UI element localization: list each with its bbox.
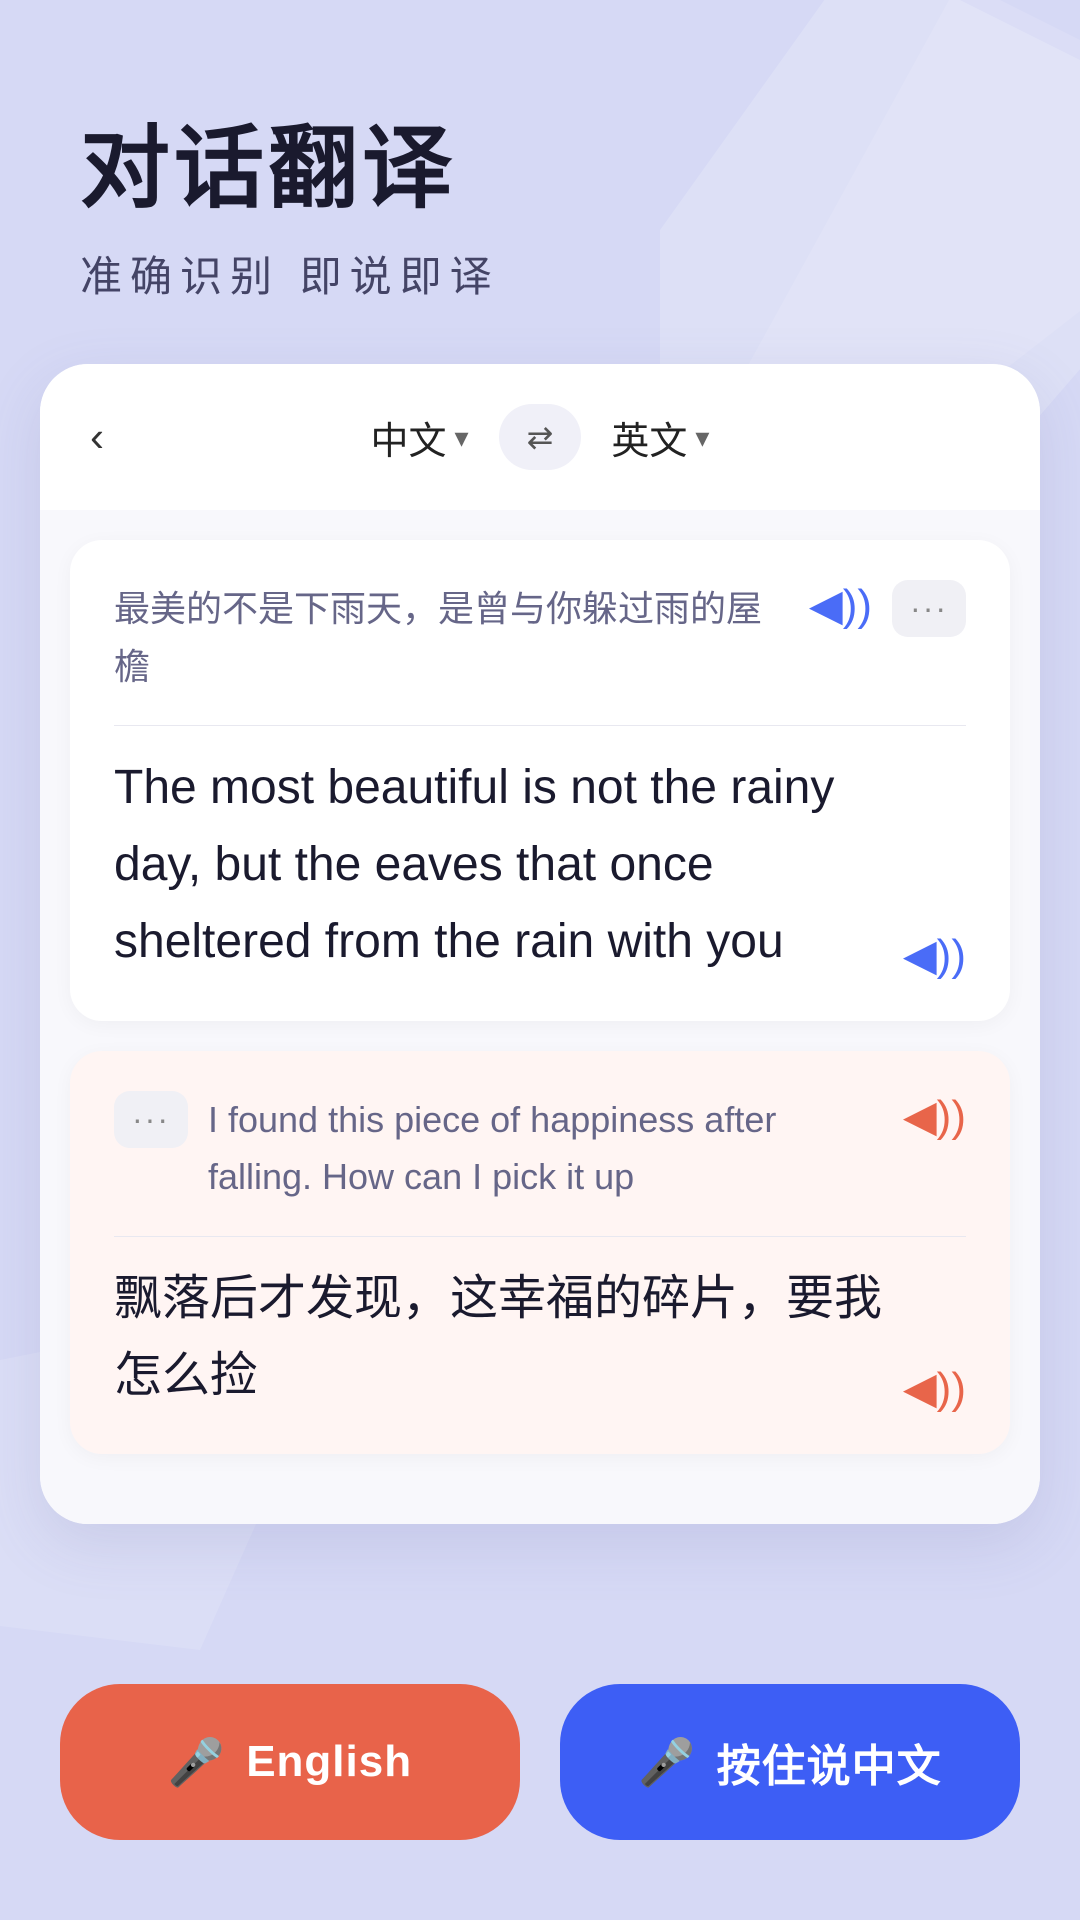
page-title: 对话翻译 xyxy=(80,120,1000,219)
speak-chinese-button[interactable]: 🎤 按住说中文 xyxy=(560,1684,1020,1840)
bubble-1-top-row: 最美的不是下雨天，是曾与你躲过雨的屋檐 ◀)) ··· xyxy=(114,580,966,695)
mic-icon: 🎤 xyxy=(168,1735,226,1790)
speak-chinese-label: 按住说中文 xyxy=(717,1730,942,1794)
bubble-1-original: 最美的不是下雨天，是曾与你躲过雨的屋檐 xyxy=(114,580,809,695)
conversation-area: 最美的不是下雨天，是曾与你躲过雨的屋檐 ◀)) ··· The most bea… xyxy=(40,510,1040,1524)
back-button[interactable]: ‹ xyxy=(90,413,104,461)
bubble-1-translated: The most beautiful is not the rainy day,… xyxy=(114,750,903,980)
bubble-1-translated-sound-button[interactable]: ◀)) xyxy=(903,930,966,981)
bubble-2-translated-sound-button[interactable]: ◀)) xyxy=(903,1363,966,1414)
bubble-1-more-button[interactable]: ··· xyxy=(892,580,966,637)
bubble-2-top-row: ··· I found this piece of happiness afte… xyxy=(114,1091,966,1206)
page-subtitle: 准确识别 即说即译 xyxy=(80,243,1000,304)
bubble-1-bottom-row: The most beautiful is not the rainy day,… xyxy=(114,750,966,980)
bottom-buttons: 🎤 English 🎤 按住说中文 xyxy=(0,1644,1080,1920)
swap-languages-button[interactable]: ⇄ xyxy=(499,404,582,470)
speak-english-label: English xyxy=(246,1737,412,1787)
bubble-1-divider xyxy=(114,725,966,726)
source-language-button[interactable]: 中文 ▾ xyxy=(371,410,469,465)
bubble-2-sound-button[interactable]: ◀)) xyxy=(903,1091,966,1142)
bubble-2-more-button[interactable]: ··· xyxy=(114,1091,188,1148)
bubble-2: ··· I found this piece of happiness afte… xyxy=(70,1051,1010,1455)
chevron-down-icon: ▾ xyxy=(455,421,469,454)
header-section: 对话翻译 准确识别 即说即译 xyxy=(0,0,1080,364)
topbar: ‹ 中文 ▾ ⇄ 英文 ▾ xyxy=(40,364,1040,510)
bubble-1-sound-button[interactable]: ◀)) xyxy=(809,580,872,631)
bubble-2-translated: 飘落后才发现，这幸福的碎片，要我怎么捡 xyxy=(114,1261,903,1415)
main-card: ‹ 中文 ▾ ⇄ 英文 ▾ 最美的不是下雨天，是曾与你躲过雨的屋檐 ◀)) ··… xyxy=(40,364,1040,1524)
bubble-2-divider xyxy=(114,1236,966,1237)
chevron-down-icon: ▾ xyxy=(695,421,709,454)
target-language-button[interactable]: 英文 ▾ xyxy=(611,410,709,465)
bubble-2-original: I found this piece of happiness after fa… xyxy=(208,1099,776,1198)
bubble-2-bottom-row: 飘落后才发现，这幸福的碎片，要我怎么捡 ◀)) xyxy=(114,1261,966,1415)
swap-icon: ⇄ xyxy=(527,418,554,456)
mic-icon-chinese: 🎤 xyxy=(638,1735,696,1790)
speak-english-button[interactable]: 🎤 English xyxy=(60,1684,520,1840)
language-selector: 中文 ▾ ⇄ 英文 ▾ xyxy=(371,404,710,470)
bubble-1: 最美的不是下雨天，是曾与你躲过雨的屋檐 ◀)) ··· The most bea… xyxy=(70,540,1010,1021)
